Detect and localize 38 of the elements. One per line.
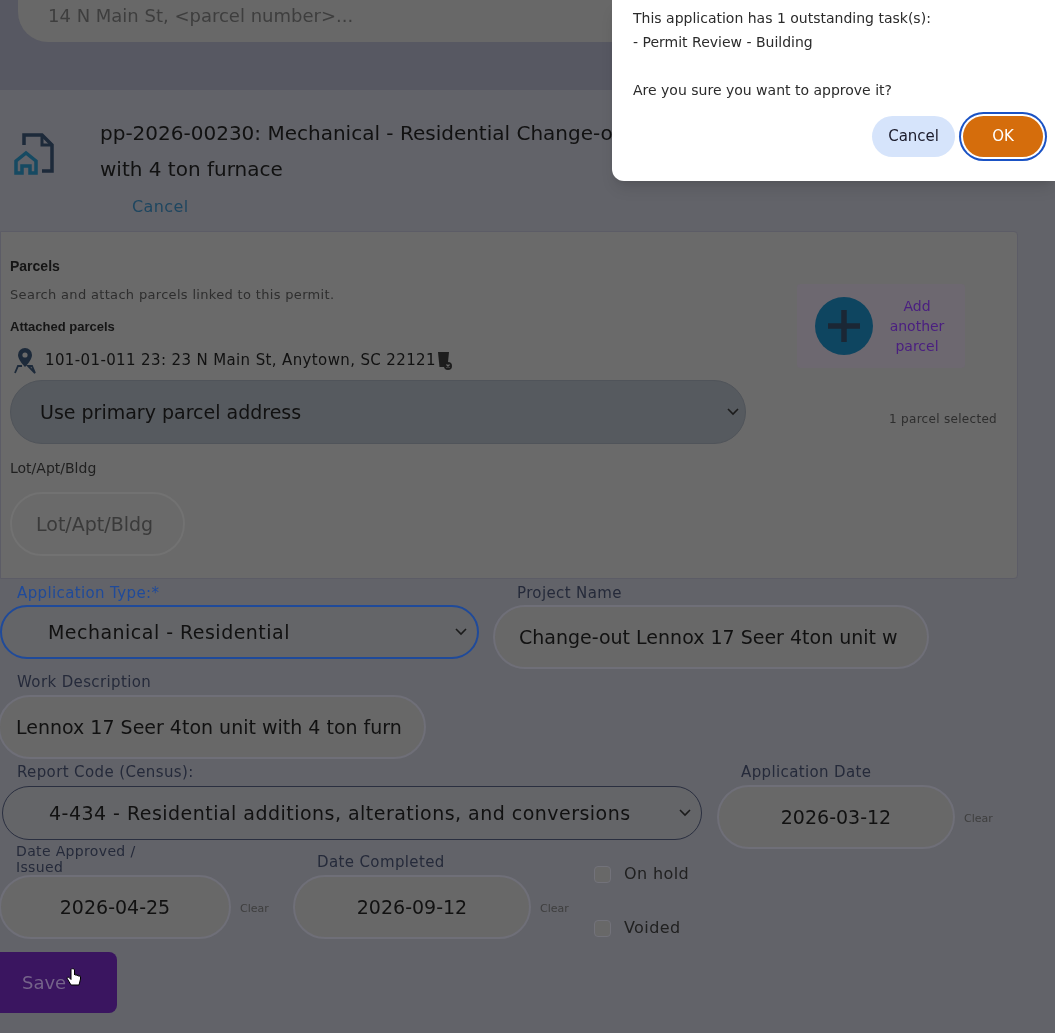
field-label: Date Completed <box>317 852 446 873</box>
project-name-field[interactable]: Change-out Lennox 17 Seer 4ton unit w <box>493 605 929 669</box>
dialog-question: Are you sure you want to approve it? <box>633 81 893 100</box>
chevron-icon <box>455 628 467 636</box>
save-button[interactable]: Save <box>0 952 117 1013</box>
application-type-select[interactable]: Mechanical - Residential <box>0 605 479 659</box>
report-code-select[interactable]: 4-434 - Residential additions, alterations, and conversions <box>2 786 702 840</box>
checkbox-label: Voided <box>624 917 681 939</box>
field-label: Work Description <box>17 672 153 693</box>
field-label: Date Approved / Issued <box>16 843 137 875</box>
section-description: Search and attach parcels linked to this permit. <box>10 286 336 304</box>
field-label: Application Type:* <box>17 583 161 604</box>
chevron-icon <box>727 408 739 416</box>
section-heading: Parcels <box>10 257 61 276</box>
attached-parcels-label: Attached parcels <box>10 317 116 336</box>
add-parcel-button[interactable]: Add another parcel <box>797 284 965 368</box>
permit-title: pp-2026-00230: Mechanical - Residential Change-o <box>100 120 613 147</box>
trash-icon[interactable] <box>435 349 452 371</box>
plus-icon <box>815 297 873 355</box>
field-label: Application Date <box>741 762 873 783</box>
field-label: Project Name <box>517 583 623 604</box>
date-completed-field[interactable]: 2026-09-12 <box>293 875 531 939</box>
parcel-address: 101-01-011 23: 23 N Main St, Anytown, SC 22121 <box>45 349 436 371</box>
field-label: Report Code (Census): <box>17 762 195 783</box>
dialog-cancel-button[interactable]: Cancel <box>872 116 955 157</box>
application-date-field[interactable]: 2026-03-12 <box>717 785 955 849</box>
work-description-field[interactable]: Lennox 17 Seer 4ton unit with 4 ton furn <box>0 695 426 759</box>
address-select[interactable]: Use primary parcel address <box>10 380 746 444</box>
map-pin-icon <box>13 346 37 374</box>
permit-title: with 4 ton furnace <box>100 156 284 183</box>
field-label: Lot/Apt/Bldg <box>10 459 98 478</box>
chevron-icon <box>679 809 691 817</box>
checkbox-label: On hold <box>624 863 690 885</box>
hand-cursor-icon <box>66 968 82 988</box>
selection-count: 1 parcel selected <box>889 411 997 428</box>
cancel-link[interactable]: Cancel <box>132 195 189 219</box>
dialog-message: This application has 1 outstanding task(s): <box>633 9 932 28</box>
date-approved-field[interactable]: 2026-04-25 <box>0 875 231 939</box>
